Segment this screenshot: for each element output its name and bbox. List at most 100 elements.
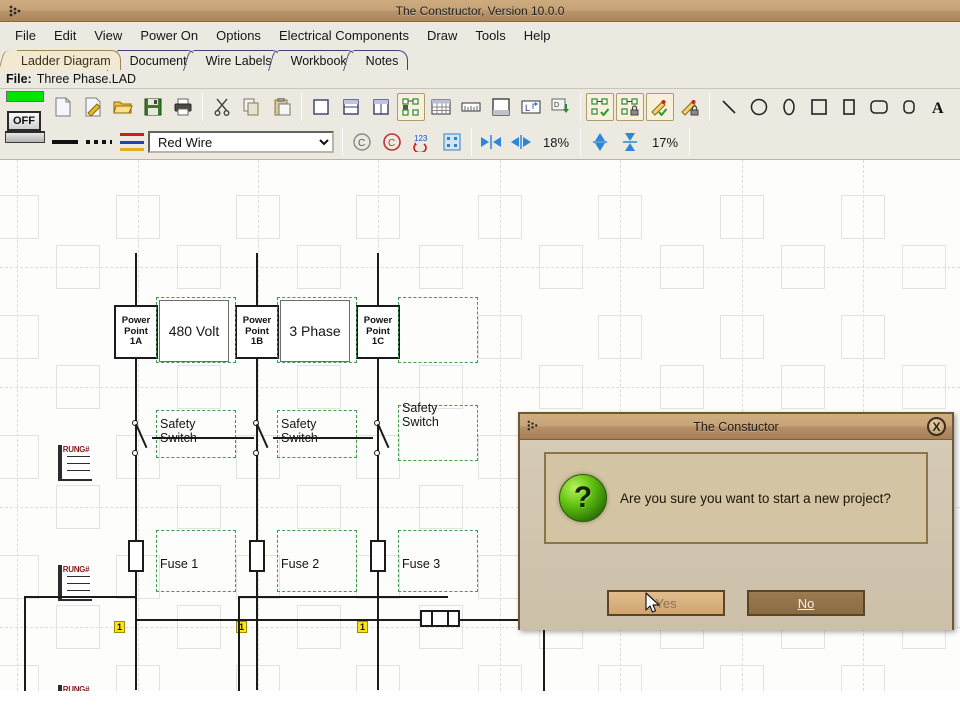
switch-badge-1: 1 <box>114 621 126 633</box>
paste-icon[interactable] <box>268 93 296 121</box>
solid-line-icon[interactable] <box>49 128 81 156</box>
wire-select[interactable]: Red Wire <box>148 131 334 153</box>
grid-icon[interactable] <box>438 128 466 156</box>
component-label-red-icon[interactable]: C <box>378 128 406 156</box>
rectangle-icon[interactable] <box>835 93 863 121</box>
contract-vertical-icon[interactable] <box>616 128 644 156</box>
lock-wires-icon[interactable] <box>676 93 704 121</box>
line-icon[interactable] <box>715 93 743 121</box>
inline-fuse-body <box>431 610 449 627</box>
toolbar-separator <box>301 93 302 121</box>
dialog-title: The Constuctor <box>693 419 779 434</box>
menu-view[interactable]: View <box>85 25 131 46</box>
wire-colors-icon[interactable] <box>117 128 147 156</box>
close-icon[interactable]: X <box>927 417 946 436</box>
tab-ladder-diagram[interactable]: Ladder Diagram <box>8 50 121 70</box>
yes-button-label: Yes <box>655 595 677 611</box>
phase-wire-1-lower <box>135 570 137 690</box>
power-point-1b[interactable]: Power Point 1B <box>235 305 279 359</box>
page-layout-icon[interactable] <box>487 93 515 121</box>
circle-icon[interactable] <box>745 93 773 121</box>
tab-label: Ladder Diagram <box>21 53 111 68</box>
fuse-label-2: Fuse 2 <box>281 557 320 571</box>
power-point-1c[interactable]: Power Point 1C <box>356 305 400 359</box>
components-grid-icon[interactable] <box>397 93 425 121</box>
toolbar-separator <box>202 93 203 121</box>
toolbar-separator <box>580 93 581 121</box>
component-label-icon[interactable]: C <box>348 128 376 156</box>
no-button[interactable]: No <box>747 590 865 616</box>
tab-label: Notes <box>365 53 399 68</box>
power-switch[interactable]: OFF <box>2 87 48 157</box>
toolbar-area: OFF L D A Red Wire C C 123 18% 17% <box>0 89 960 160</box>
no-button-label: No <box>797 595 815 611</box>
menu-file[interactable]: File <box>6 25 45 46</box>
tab-notes[interactable]: Notes <box>352 50 409 70</box>
expand-horizontal-icon[interactable] <box>477 128 505 156</box>
split-vertical-icon[interactable] <box>367 93 395 121</box>
dotted-line-icon[interactable] <box>83 128 115 156</box>
file-line: File: Three Phase.LAD <box>0 70 960 89</box>
contract-horizontal-icon[interactable] <box>507 128 535 156</box>
rounded-rect-icon[interactable] <box>865 93 893 121</box>
svg-text:123: 123 <box>414 134 428 143</box>
rung-marker-1[interactable]: RUNG# <box>58 445 92 481</box>
svg-text:D: D <box>554 102 559 109</box>
menu-edit[interactable]: Edit <box>45 25 85 46</box>
component-480-volt[interactable]: 480 Volt <box>159 300 229 362</box>
power-led-indicator <box>6 91 44 102</box>
ellipse-icon[interactable] <box>775 93 803 121</box>
copy-icon[interactable] <box>238 93 266 121</box>
menu-tools[interactable]: Tools <box>466 25 514 46</box>
fuse-symbol-2[interactable] <box>249 540 265 572</box>
component-label: 480 Volt <box>168 323 220 339</box>
new-document-icon[interactable] <box>49 93 77 121</box>
tab-label: Document <box>129 53 187 68</box>
rounded-square-icon[interactable] <box>895 93 923 121</box>
insert-row-icon[interactable]: L <box>517 93 545 121</box>
lock-components-icon[interactable] <box>616 93 644 121</box>
menu-power-on[interactable]: Power On <box>131 25 207 46</box>
tab-strip: Ladder Diagram Document Wire Labels Work… <box>0 48 960 70</box>
text-icon[interactable]: A <box>925 93 953 121</box>
menu-draw[interactable]: Draw <box>418 25 466 46</box>
component-3-phase[interactable]: 3 Phase <box>280 300 350 362</box>
print-icon[interactable] <box>169 93 197 121</box>
rung-marker-3[interactable]: RUNG# <box>58 685 92 691</box>
phase-wire-2-lower <box>256 570 258 690</box>
open-folder-icon[interactable] <box>109 93 137 121</box>
ruler-icon[interactable] <box>457 93 485 121</box>
power-point-line1: Power <box>242 315 272 327</box>
fuse-symbol-1[interactable] <box>128 540 144 572</box>
menu-bar: File Edit View Power On Options Electric… <box>0 22 960 48</box>
phase-wire-2 <box>256 253 258 583</box>
fuse-symbol-3[interactable] <box>370 540 386 572</box>
toolbar-separator <box>689 128 691 156</box>
power-point-1a[interactable]: Power Point 1A <box>114 305 158 359</box>
save-disk-icon[interactable] <box>139 93 167 121</box>
menu-help[interactable]: Help <box>515 25 560 46</box>
edit-document-icon[interactable] <box>79 93 107 121</box>
expand-vertical-icon[interactable] <box>586 128 614 156</box>
menu-electrical-components[interactable]: Electrical Components <box>270 25 418 46</box>
check-wires-icon[interactable] <box>646 93 674 121</box>
phase-wire-1 <box>135 253 137 583</box>
split-horizontal-icon[interactable] <box>337 93 365 121</box>
blank-page-icon[interactable] <box>307 93 335 121</box>
yes-button[interactable]: Yes <box>607 590 725 616</box>
export-icon[interactable]: D <box>547 93 575 121</box>
file-label: File: <box>6 72 32 86</box>
tab-label: Wire Labels <box>205 53 272 68</box>
table-grid-icon[interactable] <box>427 93 455 121</box>
cut-scissors-icon[interactable] <box>208 93 236 121</box>
square-icon[interactable] <box>805 93 833 121</box>
numbering-icon[interactable]: 123 <box>408 128 436 156</box>
toolbar-row-1: L D A <box>48 89 960 125</box>
dialog-message: Are you sure you want to start a new pro… <box>620 490 891 506</box>
check-components-icon[interactable] <box>586 93 614 121</box>
power-point-line1: Power <box>363 315 393 327</box>
menu-options[interactable]: Options <box>207 25 270 46</box>
power-point-line3: 1A <box>129 336 143 348</box>
bottom-bus-wire <box>135 619 545 621</box>
application-window: The Constructor, Version 10.0.0 File Edi… <box>0 0 960 720</box>
